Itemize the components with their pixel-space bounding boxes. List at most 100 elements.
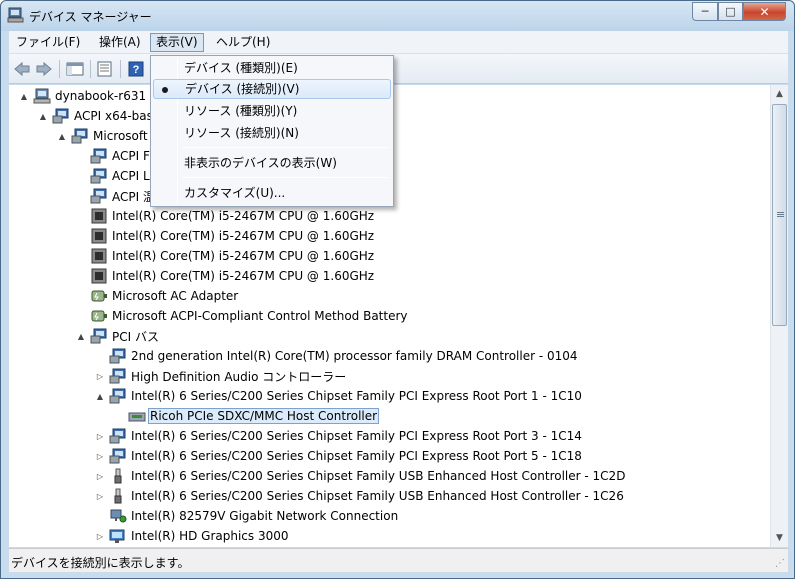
expand-toggle-icon[interactable]: ▲ [76,331,86,341]
tree-row[interactable]: ▷ Intel(R) 6 Series/C200 Series Chipset F… [95,486,626,506]
close-button[interactable]: ✕ [743,2,786,21]
tree-row[interactable]: ACPI F [76,146,152,166]
tree-row[interactable]: ▷ High Definition Audio コントローラー [95,366,348,386]
status-bar: デバイスを接続別に表示します。 ⋰ [9,548,788,572]
forward-icon[interactable] [34,59,54,79]
expand-toggle-icon[interactable]: ▲ [19,91,29,101]
expand-toggle-icon[interactable]: ▷ [95,431,105,441]
cpu-icon [90,228,108,244]
tree-row[interactable]: ▷ Intel(R) 6 Series/C200 Series Chipset F… [95,426,584,446]
tree-row[interactable]: ▲ Microsoft A [57,126,162,146]
view-menu-item-label: デバイス (種類別)(E) [184,61,298,75]
tree-row-label: Intel(R) Core(TM) i5-2467M CPU @ 1.60GHz [112,209,375,223]
tree-row[interactable]: Intel(R) Core(TM) i5-2467M CPU @ 1.60GHz [76,226,376,246]
tree-row[interactable]: Ricoh PCIe SDXC/MMC Host Controller [114,406,380,426]
minimize-button[interactable]: ─ [692,2,718,21]
status-text: デバイスを接続別に表示します。 [11,556,190,570]
tree-row-label: 2nd generation Intel(R) Core(TM) process… [131,349,578,363]
menu-view[interactable]: 表示(V) [150,33,204,52]
menu-separator [182,177,388,178]
scroll-thumb[interactable] [772,104,787,326]
cpu-icon [90,208,108,224]
expand-placeholder [76,291,86,301]
scroll-up-arrow-icon[interactable]: ▲ [771,85,788,102]
computer-icon [33,88,51,104]
device-manager-window: デバイス マネージャー ─ □ ✕ ファイル(F) 操作(A) 表示(V) ヘル… [0,0,795,579]
expand-placeholder [76,311,86,321]
network-icon [109,508,127,524]
expand-placeholder [95,511,105,521]
tree-row[interactable]: 2nd generation Intel(R) Core(TM) process… [95,346,580,366]
tree-row-label: ACPI F [112,149,150,163]
expand-placeholder [95,351,105,361]
menu-help[interactable]: ヘルプ(H) [211,33,275,52]
help-icon[interactable]: ? [126,59,146,79]
tree-row[interactable]: ▲ PCI バス [76,326,161,346]
tree-row[interactable]: ▲ dynabook-r631 [19,86,148,106]
view-menu-item[interactable]: リソース (接続別)(N) [153,123,391,143]
tree-row[interactable]: Microsoft ACPI-Compliant Control Method … [76,306,410,326]
tree-row-label: ACPI L [112,169,150,183]
tree-row[interactable]: Microsoft AC Adapter [76,286,240,306]
expand-placeholder [76,211,86,221]
tree-row[interactable]: Intel(R) Core(TM) i5-2467M CPU @ 1.60GHz [76,206,376,226]
radio-bullet-icon [162,87,168,93]
resize-grip-icon[interactable]: ⋰ [775,558,785,569]
expand-toggle-icon[interactable]: ▷ [95,471,105,481]
tree-row[interactable]: ACPI L [76,166,152,186]
vertical-scrollbar[interactable]: ▲ ▼ [770,85,788,547]
menu-action[interactable]: 操作(A) [94,33,146,52]
view-menu-item-label: リソース (種類別)(Y) [184,104,298,118]
view-menu-item[interactable]: デバイス (種類別)(E) [153,58,391,78]
console-tree-icon[interactable] [65,59,85,79]
battery-icon [90,288,108,304]
tree-row[interactable]: ▲ ACPI x64-bas [38,106,155,126]
view-menu-item[interactable]: 非表示のデバイスの表示(W) [153,153,391,173]
view-menu-item[interactable]: カスタマイズ(U)... [153,183,391,203]
expand-toggle-icon[interactable]: ▲ [57,131,67,141]
menu-file[interactable]: ファイル(F) [11,33,85,52]
monitor-icon [52,108,70,124]
tree-row[interactable]: ▷ Intel(R) 6 Series/C200 Series Chipset F… [95,466,627,486]
tree-row[interactable]: ▲ Intel(R) 6 Series/C200 Series Chipset F… [95,386,584,406]
monitor-icon [109,388,127,404]
expand-toggle-icon[interactable]: ▷ [95,451,105,461]
view-menu-item[interactable]: リソース (種類別)(Y) [153,101,391,121]
menu-separator [182,147,388,148]
tree-row-label: Intel(R) 6 Series/C200 Series Chipset Fa… [131,429,582,443]
expand-placeholder [76,151,86,161]
tree-row-label: Intel(R) Core(TM) i5-2467M CPU @ 1.60GHz [112,229,375,243]
tree-row[interactable]: ACPI 温 [76,186,157,206]
expand-toggle-icon[interactable]: ▷ [95,491,105,501]
toolbar-separator [120,60,121,78]
expand-placeholder [76,251,86,261]
tree-row-label: PCI バス [112,329,159,344]
monitor-icon [109,428,127,444]
tree-row[interactable]: Intel(R) Core(TM) i5-2467M CPU @ 1.60GHz [76,266,376,286]
cpu-icon [90,268,108,284]
scroll-down-arrow-icon[interactable]: ▼ [771,529,788,546]
tree-row-label: Microsoft ACPI-Compliant Control Method … [112,309,408,323]
expand-toggle-icon[interactable]: ▲ [38,111,48,121]
tree-row[interactable]: ▷ Intel(R) 6 Series/C200 Series Chipset F… [95,446,584,466]
tree-row[interactable]: Intel(R) 82579V Gigabit Network Connecti… [95,506,400,526]
view-menu-item[interactable]: デバイス (接続別)(V) [153,79,391,99]
tree-row-label: Intel(R) Core(TM) i5-2467M CPU @ 1.60GHz [112,249,375,263]
expand-toggle-icon[interactable]: ▷ [95,531,105,541]
expand-toggle-icon[interactable]: ▲ [95,391,105,401]
title-bar[interactable]: デバイス マネージャー ─ □ ✕ [1,1,794,31]
cpu-icon [90,248,108,264]
tree-row-label: ACPI x64-bas [74,109,153,123]
tree-row[interactable]: ▷ Intel(R) HD Graphics 3000 [95,526,291,546]
window-title: デバイス マネージャー [29,10,152,24]
back-icon[interactable] [12,59,32,79]
expand-placeholder [76,191,86,201]
properties-icon[interactable] [95,59,115,79]
tree-row[interactable]: Intel(R) Core(TM) i5-2467M CPU @ 1.60GHz [76,246,376,266]
maximize-button[interactable]: □ [718,2,743,21]
tree-row-label: Intel(R) 6 Series/C200 Series Chipset Fa… [131,489,624,503]
tree-row-label: Intel(R) 6 Series/C200 Series Chipset Fa… [131,469,626,483]
usb-icon [109,488,127,504]
thumb-grip [777,212,784,213]
expand-toggle-icon[interactable]: ▷ [95,371,105,381]
